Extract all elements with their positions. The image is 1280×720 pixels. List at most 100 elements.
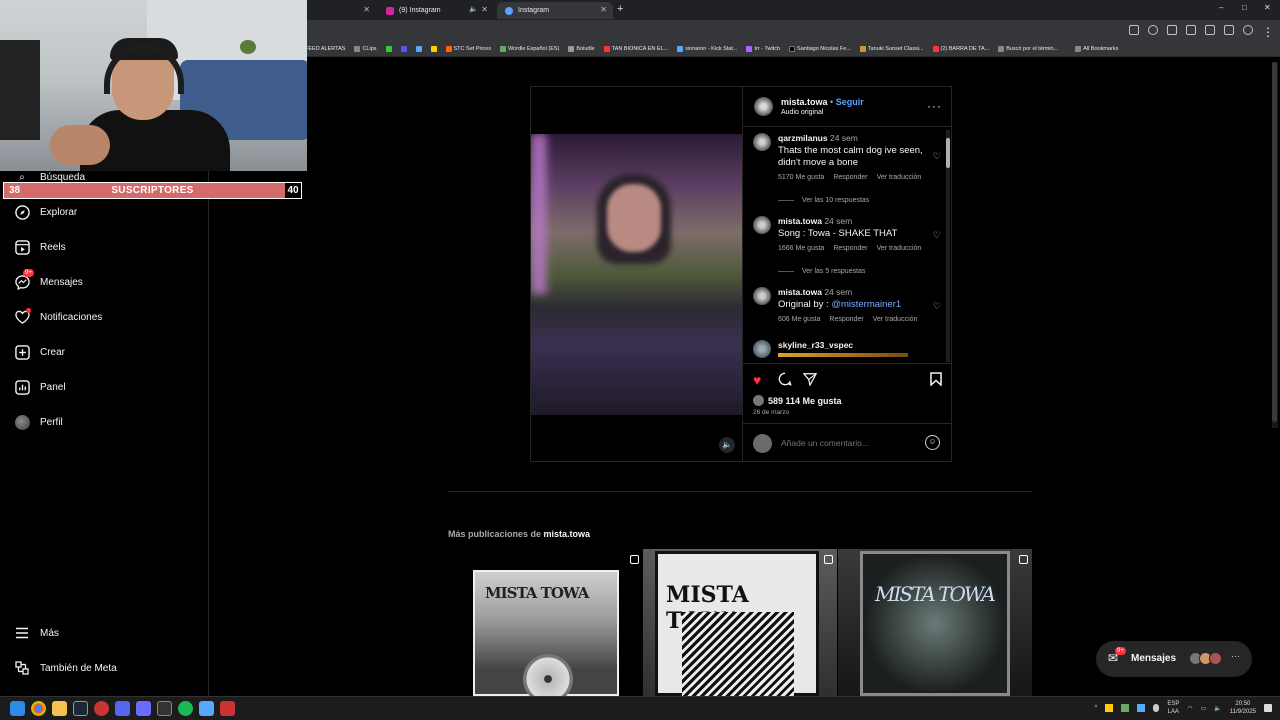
page-scrollbar[interactable] [1272, 62, 1278, 428]
comment-username[interactable]: qarzmilanus [778, 133, 828, 143]
steam-icon[interactable] [73, 701, 88, 716]
menu-icon[interactable]: ⋮ [1262, 25, 1274, 39]
star-icon[interactable] [1167, 25, 1177, 35]
avatar[interactable] [754, 97, 773, 116]
clock[interactable]: 20:50 11/9/2025 [1230, 700, 1256, 716]
app-icon[interactable] [220, 701, 235, 716]
new-tab-button[interactable]: + [617, 3, 623, 15]
emoji-icon[interactable]: ☺ [925, 435, 940, 450]
comment-username[interactable]: skyline_r33_vspec [778, 340, 853, 350]
network-icon[interactable]: ▭ [1201, 705, 1207, 712]
view-replies-button[interactable]: Ver las 10 respuestas [778, 197, 869, 204]
post-thumbnail[interactable]: MISTA TOWA [838, 549, 1032, 696]
nav-explore[interactable]: Explorar [14, 204, 77, 220]
bookmark-icon[interactable] [930, 372, 942, 389]
comment-likes[interactable]: 1666 Me gusta [778, 245, 824, 252]
wifi-icon[interactable]: ◠ [1187, 705, 1192, 712]
translate-button[interactable]: Ver traducción [877, 174, 922, 181]
tab-instagram-2[interactable]: Instagram ✕ [497, 2, 613, 19]
discord-icon[interactable] [115, 701, 130, 716]
bookmark[interactable]: trr - Twitch [746, 46, 780, 52]
messages-floating-button[interactable]: ✉ 9+ Mensajes ··· [1096, 641, 1252, 677]
tray-icon[interactable] [1105, 704, 1114, 712]
like-heart-icon[interactable]: ♥ [753, 372, 761, 388]
comment-username[interactable]: mista.towa [778, 287, 822, 297]
speaker-icon[interactable]: 🔈 [469, 5, 478, 13]
comment-icon[interactable] [778, 372, 792, 389]
close-icon[interactable]: ✕ [600, 5, 607, 14]
avatar[interactable] [753, 216, 771, 234]
sidepanel-icon[interactable] [1224, 25, 1234, 35]
close-icon[interactable]: ✕ [481, 5, 488, 14]
tray-icon[interactable] [1137, 704, 1146, 712]
bookmark[interactable]: TAN BIONICA EN EL... [603, 46, 668, 52]
follow-button[interactable]: Seguir [836, 97, 864, 107]
heart-icon[interactable]: ♡ [933, 301, 941, 312]
bookmark[interactable]: sionaron - Kick Stat... [677, 46, 737, 52]
reply-button[interactable]: Responder [833, 245, 867, 252]
translate-button[interactable]: Ver traducción [877, 245, 922, 252]
bookmark[interactable] [385, 46, 392, 52]
bookmark[interactable] [400, 46, 407, 52]
nav-messages[interactable]: 9+ Mensajes [14, 269, 83, 290]
reply-button[interactable]: Responder [829, 316, 863, 323]
folder-icon[interactable] [52, 701, 67, 716]
bookmark[interactable]: Santiago Nicolas Fe... [789, 46, 851, 52]
post-username[interactable]: mista.towa [781, 97, 828, 107]
profile-icon[interactable] [1243, 25, 1253, 35]
nav-more[interactable]: Más [14, 625, 59, 641]
download-icon[interactable] [1205, 25, 1215, 35]
comments-scrollbar[interactable] [946, 130, 950, 362]
bookmark[interactable]: CLips [354, 46, 377, 52]
avatar[interactable] [753, 340, 771, 358]
bookmark[interactable] [430, 46, 437, 52]
bookmark[interactable]: Boludle [568, 46, 595, 52]
comment-likes[interactable]: 5170 Me gusta [778, 174, 824, 181]
more-options-icon[interactable]: ··· [927, 99, 942, 113]
nav-notifications[interactable]: Notificaciones [14, 308, 102, 325]
avatar[interactable] [753, 287, 771, 305]
app-icon[interactable] [94, 701, 109, 716]
install-icon[interactable] [1129, 25, 1139, 35]
tray-icon[interactable] [1121, 704, 1130, 712]
nav-also-from-meta[interactable]: También de Meta [14, 660, 117, 676]
windows-start-icon[interactable] [10, 701, 25, 716]
like-count[interactable]: 589 114 Me gusta [753, 395, 842, 406]
mention-link[interactable]: @mistermainer1 [831, 299, 901, 310]
bookmark[interactable]: STC Set Prices [445, 46, 491, 52]
bookmark[interactable]: Buscó por el términ... [998, 46, 1058, 52]
terminal-icon[interactable] [157, 701, 172, 716]
app-icon[interactable] [136, 701, 151, 716]
share-icon[interactable] [802, 372, 818, 389]
reply-button[interactable]: Responder [833, 174, 867, 181]
heart-icon[interactable]: ♡ [933, 151, 941, 162]
nav-reels[interactable]: Reels [14, 239, 66, 255]
bookmark[interactable]: FEED ALERTAS [305, 46, 345, 52]
volume-icon[interactable]: 🔈 [1214, 705, 1221, 712]
mute-button[interactable]: 🔈 [719, 437, 735, 453]
language-indicator[interactable]: ESP LAA [1167, 700, 1179, 716]
nav-panel[interactable]: Panel [14, 379, 66, 395]
zoom-icon[interactable] [1148, 25, 1158, 35]
chevron-up-icon[interactable]: ^ [1095, 705, 1098, 711]
view-replies-button[interactable]: Ver las 5 respuestas [778, 268, 865, 275]
tab-instagram-1[interactable]: (9) Instagram 🔈 ✕ [378, 2, 494, 19]
video-frame[interactable] [531, 134, 742, 415]
audio-label[interactable]: Audio original [781, 109, 823, 116]
comment-likes[interactable]: 606 Me gusta [778, 316, 820, 323]
notifications-icon[interactable] [1264, 704, 1272, 712]
nav-create[interactable]: Crear [14, 344, 65, 360]
comment-input[interactable] [781, 438, 911, 448]
nav-profile[interactable]: Perfil [14, 414, 63, 430]
maximize-button[interactable]: □ [1242, 3, 1247, 12]
avatar[interactable] [753, 133, 771, 151]
bookmark[interactable]: Tanuki Sunset Classi... [859, 46, 924, 52]
chrome-icon[interactable] [31, 701, 46, 716]
post-thumbnail[interactable]: MISTA TOWA [449, 549, 643, 696]
bookmark[interactable]: Wordle Español (ES) [500, 46, 559, 52]
spotify-icon[interactable] [178, 701, 193, 716]
bookmark[interactable]: All Bookmarks [1075, 46, 1118, 52]
app-icon[interactable] [199, 701, 214, 716]
tab-previous[interactable]: ✕ [300, 2, 376, 19]
heart-icon[interactable]: ♡ [933, 230, 941, 241]
